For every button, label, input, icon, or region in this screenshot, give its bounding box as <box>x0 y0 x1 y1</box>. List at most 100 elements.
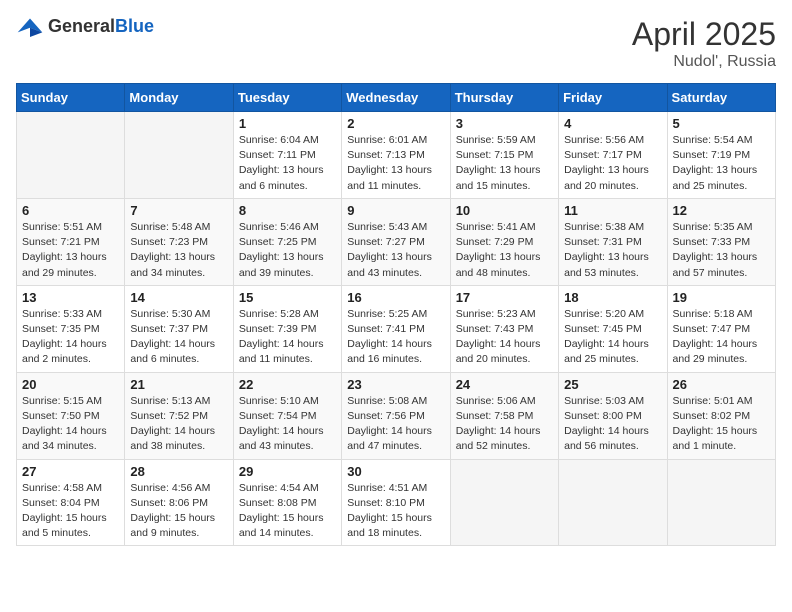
calendar-cell: 2 Sunrise: 6:01 AM Sunset: 7:13 PM Daylig… <box>342 112 450 199</box>
logo-icon <box>16 17 44 37</box>
day-number: 10 <box>456 203 553 218</box>
day-number: 3 <box>456 116 553 131</box>
day-info: Sunrise: 5:41 AM Sunset: 7:29 PM Dayligh… <box>456 220 553 281</box>
day-info: Sunrise: 5:10 AM Sunset: 7:54 PM Dayligh… <box>239 394 336 455</box>
day-number: 13 <box>22 290 119 305</box>
day-info: Sunrise: 5:13 AM Sunset: 7:52 PM Dayligh… <box>130 394 227 455</box>
day-number: 7 <box>130 203 227 218</box>
day-info: Sunrise: 5:54 AM Sunset: 7:19 PM Dayligh… <box>673 133 770 194</box>
day-info: Sunrise: 5:46 AM Sunset: 7:25 PM Dayligh… <box>239 220 336 281</box>
calendar-cell: 3Sunrise: 5:59 AM Sunset: 7:15 PM Daylig… <box>450 112 558 199</box>
title-block: April 2025 Nudol', Russia <box>632 16 776 71</box>
calendar-cell: 7Sunrise: 5:48 AM Sunset: 7:23 PM Daylig… <box>125 198 233 285</box>
weekday-header-row: SundayMondayTuesdayWednesdayThursdayFrid… <box>17 84 776 112</box>
calendar-cell <box>125 112 233 199</box>
day-info: Sunrise: 5:38 AM Sunset: 7:31 PM Dayligh… <box>564 220 661 281</box>
calendar-week-row: 13Sunrise: 5:33 AM Sunset: 7:35 PM Dayli… <box>17 285 776 372</box>
day-info: Sunrise: 5:43 AM Sunset: 7:27 PM Dayligh… <box>347 220 444 281</box>
day-info: Sunrise: 4:54 AM Sunset: 8:08 PM Dayligh… <box>239 481 336 542</box>
calendar-location: Nudol', Russia <box>632 53 776 71</box>
day-info: Sunrise: 6:04 AM Sunset: 7:11 PM Dayligh… <box>239 133 336 194</box>
day-info: Sunrise: 5:03 AM Sunset: 8:00 PM Dayligh… <box>564 394 661 455</box>
day-number: 15 <box>239 290 336 305</box>
day-number: 2 <box>347 116 444 131</box>
day-number: 19 <box>673 290 770 305</box>
calendar-cell: 12 Sunrise: 5:35 AM Sunset: 7:33 PM Dayli… <box>667 198 775 285</box>
calendar-cell <box>559 459 667 546</box>
calendar-cell: 9 Sunrise: 5:43 AM Sunset: 7:27 PM Daylig… <box>342 198 450 285</box>
calendar-cell: 15Sunrise: 5:28 AM Sunset: 7:39 PM Dayli… <box>233 285 341 372</box>
day-number: 24 <box>456 377 553 392</box>
calendar-cell: 14 Sunrise: 5:30 AM Sunset: 7:37 PM Dayli… <box>125 285 233 372</box>
calendar-title: April 2025 <box>632 16 776 53</box>
day-number: 11 <box>564 203 661 218</box>
weekday-header-saturday: Saturday <box>667 84 775 112</box>
calendar-cell: 24 Sunrise: 5:06 AM Sunset: 7:58 PM Dayli… <box>450 372 558 459</box>
calendar-cell: 13Sunrise: 5:33 AM Sunset: 7:35 PM Dayli… <box>17 285 125 372</box>
day-info: Sunrise: 5:25 AM Sunset: 7:41 PM Dayligh… <box>347 307 444 368</box>
day-number: 9 <box>347 203 444 218</box>
calendar-cell: 27 Sunrise: 4:58 AM Sunset: 8:04 PM Dayli… <box>17 459 125 546</box>
weekday-header-monday: Monday <box>125 84 233 112</box>
calendar-cell: 22 Sunrise: 5:10 AM Sunset: 7:54 PM Dayli… <box>233 372 341 459</box>
calendar-cell: 21 Sunrise: 5:13 AM Sunset: 7:52 PM Dayli… <box>125 372 233 459</box>
day-info: Sunrise: 5:30 AM Sunset: 7:37 PM Dayligh… <box>130 307 227 368</box>
logo: GeneralBlue <box>16 16 154 37</box>
day-number: 29 <box>239 464 336 479</box>
calendar-cell: 17 Sunrise: 5:23 AM Sunset: 7:43 PM Dayli… <box>450 285 558 372</box>
day-info: Sunrise: 6:01 AM Sunset: 7:13 PM Dayligh… <box>347 133 444 194</box>
calendar-cell: 1Sunrise: 6:04 AM Sunset: 7:11 PM Daylig… <box>233 112 341 199</box>
day-number: 17 <box>456 290 553 305</box>
calendar-cell: 10 Sunrise: 5:41 AM Sunset: 7:29 PM Dayli… <box>450 198 558 285</box>
day-info: Sunrise: 4:56 AM Sunset: 8:06 PM Dayligh… <box>130 481 227 542</box>
day-number: 5 <box>673 116 770 131</box>
day-info: Sunrise: 5:06 AM Sunset: 7:58 PM Dayligh… <box>456 394 553 455</box>
calendar-cell <box>17 112 125 199</box>
calendar-week-row: 6 Sunrise: 5:51 AM Sunset: 7:21 PM Daylig… <box>17 198 776 285</box>
day-number: 18 <box>564 290 661 305</box>
calendar-cell: 25 Sunrise: 5:03 AM Sunset: 8:00 PM Dayli… <box>559 372 667 459</box>
calendar-cell: 11 Sunrise: 5:38 AM Sunset: 7:31 PM Dayli… <box>559 198 667 285</box>
day-number: 23 <box>347 377 444 392</box>
day-number: 8 <box>239 203 336 218</box>
calendar-week-row: 1Sunrise: 6:04 AM Sunset: 7:11 PM Daylig… <box>17 112 776 199</box>
day-number: 12 <box>673 203 770 218</box>
logo-blue: Blue <box>115 16 154 36</box>
day-info: Sunrise: 5:23 AM Sunset: 7:43 PM Dayligh… <box>456 307 553 368</box>
calendar-cell: 26Sunrise: 5:01 AM Sunset: 8:02 PM Dayli… <box>667 372 775 459</box>
day-number: 6 <box>22 203 119 218</box>
calendar-cell: 29 Sunrise: 4:54 AM Sunset: 8:08 PM Dayli… <box>233 459 341 546</box>
calendar-cell: 28 Sunrise: 4:56 AM Sunset: 8:06 PM Dayli… <box>125 459 233 546</box>
day-info: Sunrise: 5:35 AM Sunset: 7:33 PM Dayligh… <box>673 220 770 281</box>
day-info: Sunrise: 4:58 AM Sunset: 8:04 PM Dayligh… <box>22 481 119 542</box>
logo-general: General <box>48 16 115 36</box>
day-info: Sunrise: 5:56 AM Sunset: 7:17 PM Dayligh… <box>564 133 661 194</box>
day-info: Sunrise: 5:20 AM Sunset: 7:45 PM Dayligh… <box>564 307 661 368</box>
day-info: Sunrise: 4:51 AM Sunset: 8:10 PM Dayligh… <box>347 481 444 542</box>
calendar-cell: 4 Sunrise: 5:56 AM Sunset: 7:17 PM Daylig… <box>559 112 667 199</box>
day-number: 27 <box>22 464 119 479</box>
day-number: 14 <box>130 290 227 305</box>
calendar-cell: 8 Sunrise: 5:46 AM Sunset: 7:25 PM Daylig… <box>233 198 341 285</box>
page-header: GeneralBlue April 2025 Nudol', Russia <box>16 16 776 71</box>
calendar-cell: 16 Sunrise: 5:25 AM Sunset: 7:41 PM Dayli… <box>342 285 450 372</box>
day-info: Sunrise: 5:15 AM Sunset: 7:50 PM Dayligh… <box>22 394 119 455</box>
day-info: Sunrise: 5:18 AM Sunset: 7:47 PM Dayligh… <box>673 307 770 368</box>
calendar-cell: 30 Sunrise: 4:51 AM Sunset: 8:10 PM Dayli… <box>342 459 450 546</box>
day-info: Sunrise: 5:01 AM Sunset: 8:02 PM Dayligh… <box>673 394 770 455</box>
day-info: Sunrise: 5:51 AM Sunset: 7:21 PM Dayligh… <box>22 220 119 281</box>
calendar-cell: 18 Sunrise: 5:20 AM Sunset: 7:45 PM Dayli… <box>559 285 667 372</box>
day-number: 16 <box>347 290 444 305</box>
day-number: 21 <box>130 377 227 392</box>
calendar-cell: 19 Sunrise: 5:18 AM Sunset: 7:47 PM Dayli… <box>667 285 775 372</box>
day-number: 22 <box>239 377 336 392</box>
day-number: 28 <box>130 464 227 479</box>
calendar-cell <box>667 459 775 546</box>
calendar-week-row: 27 Sunrise: 4:58 AM Sunset: 8:04 PM Dayli… <box>17 459 776 546</box>
calendar-cell: 6 Sunrise: 5:51 AM Sunset: 7:21 PM Daylig… <box>17 198 125 285</box>
day-number: 30 <box>347 464 444 479</box>
calendar-cell: 23Sunrise: 5:08 AM Sunset: 7:56 PM Dayli… <box>342 372 450 459</box>
day-number: 20 <box>22 377 119 392</box>
day-number: 25 <box>564 377 661 392</box>
day-number: 4 <box>564 116 661 131</box>
